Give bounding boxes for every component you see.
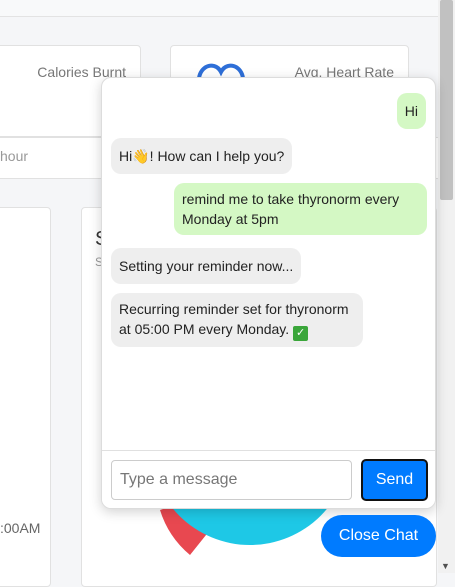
bot-message-text: Recurring reminder set for thyronorm at … [119,301,349,337]
hour-label: hour [0,148,29,164]
user-message: Hi [396,93,426,129]
axis-time-label: :00AM [0,520,41,536]
chat-input-bar: Send [102,450,435,508]
user-message: remind me to take thyronorm every Monday… [174,183,427,235]
top-bar [0,0,438,17]
bot-message: Recurring reminder set for thyronorm at … [111,293,363,347]
check-mark-icon: ✓ [293,326,309,341]
send-button[interactable]: Send [361,459,428,501]
bot-message-text: Hi [119,148,133,164]
page-scrollbar[interactable]: ▼ [438,0,455,573]
bot-message: Setting your reminder now... [111,248,302,284]
scroll-down-arrow-icon[interactable]: ▼ [441,561,450,571]
close-chat-button[interactable]: Close Chat [321,515,436,557]
scrollbar-thumb[interactable] [440,0,453,200]
bot-message: Hi👋! How can I help you? [111,138,293,174]
chat-window: Hi Hi👋! How can I help you? remind me to… [101,77,436,509]
chat-messages: Hi Hi👋! How can I help you? remind me to… [102,78,435,450]
message-input[interactable] [111,460,352,500]
waving-hand-icon: 👋 [132,148,150,164]
bot-message-text: ! How can I help you? [149,148,285,164]
